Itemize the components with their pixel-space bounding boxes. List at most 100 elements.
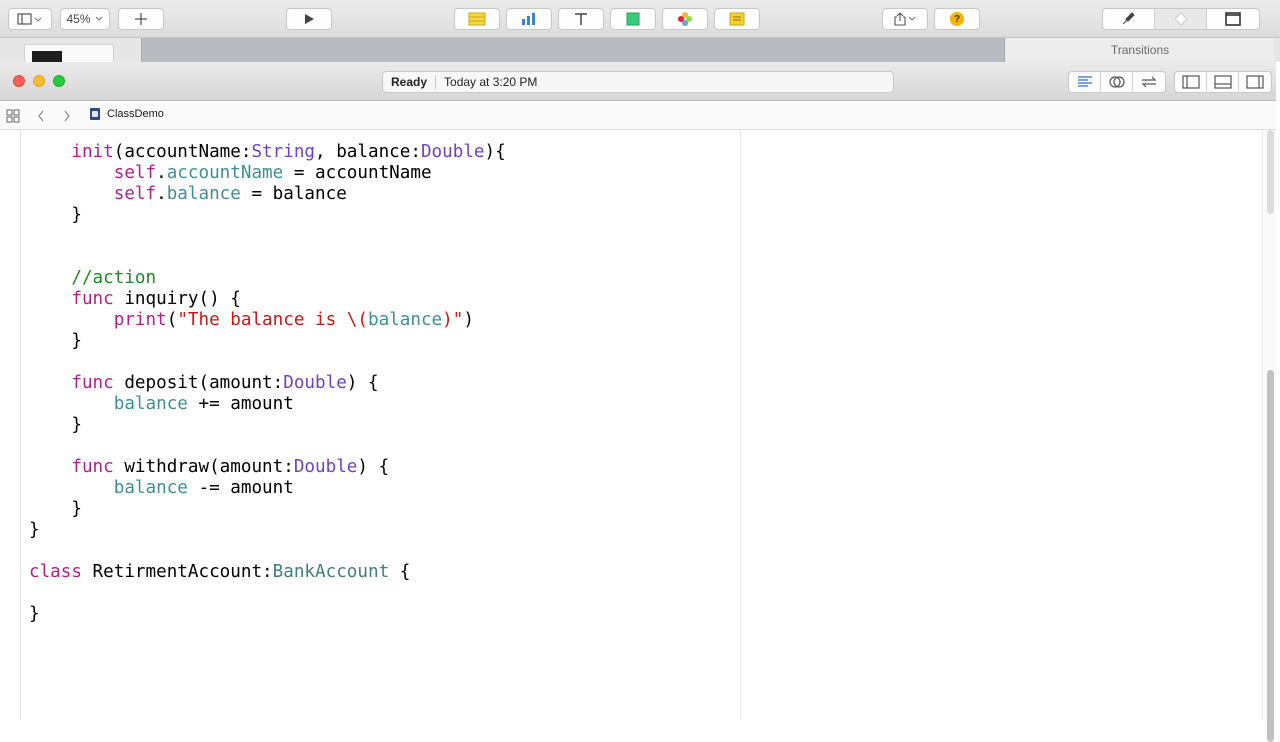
slide-strip: Transitions: [0, 38, 1280, 63]
code-token: balance: [166, 184, 241, 204]
code-token: }: [29, 331, 82, 351]
slide-canvas[interactable]: [141, 38, 1005, 62]
share-button[interactable]: [882, 8, 928, 30]
xcode-window: Ready Today at 3:20 PM ClassDemo init(ac…: [0, 62, 1276, 742]
code-token: }: [29, 205, 82, 225]
code-line: func inquiry() {: [29, 289, 506, 310]
related-items-icon[interactable]: [6, 109, 20, 123]
code-token: self: [113, 184, 157, 204]
chart-button[interactable]: [506, 8, 552, 30]
comment-button[interactable]: [714, 8, 760, 30]
code-line: class RetirmentAccount:BankAccount {: [29, 562, 506, 583]
zoom-button[interactable]: [53, 75, 65, 87]
plus-icon: [135, 13, 147, 25]
code-token: (: [166, 310, 178, 330]
code-line: self.balance = balance: [29, 184, 506, 205]
document-inspector-tab[interactable]: [1207, 9, 1259, 29]
code-token: deposit(amount:: [113, 373, 284, 393]
code-token: ) {: [357, 457, 390, 477]
code-line: balance += amount: [29, 394, 506, 415]
code-token: .: [156, 184, 167, 204]
align-lines-icon: [1077, 76, 1092, 87]
slide-thumbnail[interactable]: [24, 44, 114, 63]
shape-button[interactable]: [610, 8, 656, 30]
code-token: += amount: [187, 394, 294, 414]
code-token: print: [113, 310, 167, 330]
code-line: init(accountName:String, balance:Double)…: [29, 142, 505, 163]
scroll-thumb[interactable]: [1267, 370, 1274, 742]
code-token: func: [71, 457, 114, 477]
table-button[interactable]: [454, 8, 500, 30]
shape-icon: [626, 12, 640, 26]
code-token: .: [156, 163, 167, 183]
play-button[interactable]: [286, 8, 332, 30]
document-icon: [1225, 12, 1241, 26]
right-panel-icon: [1246, 75, 1264, 89]
version-editor-button[interactable]: [1133, 72, 1165, 92]
debug-area-toggle[interactable]: [1207, 72, 1239, 92]
format-inspector-tab[interactable]: [1103, 9, 1155, 29]
code-token: accountName: [166, 163, 284, 183]
standard-editor-button[interactable]: [1069, 72, 1101, 92]
code-token: init: [71, 142, 114, 162]
minimize-button[interactable]: [33, 75, 45, 87]
utilities-toggle[interactable]: [1239, 72, 1271, 92]
code-token: ): [463, 310, 474, 330]
forward-arrow-icon[interactable]: [62, 109, 72, 123]
code-token: inquiry() {: [113, 289, 241, 309]
code-line: print("The balance is \(balance)"): [29, 310, 506, 331]
zoom-select[interactable]: 45%: [60, 8, 110, 30]
app-toolbar: 45% ?: [0, 0, 1280, 38]
share-icon: [894, 12, 916, 26]
breadcrumb-file[interactable]: ClassDemo: [90, 108, 164, 120]
media-button[interactable]: [662, 8, 708, 30]
add-slide-button[interactable]: [118, 8, 164, 30]
build-time: Today at 3:20 PM: [444, 75, 538, 89]
code-token: self: [113, 163, 157, 183]
assistant-rings-icon: [1108, 76, 1125, 88]
assistant-editor-button[interactable]: [1101, 72, 1133, 92]
code-text[interactable]: init(accountName:String, balance:Double)…: [29, 142, 506, 625]
code-token: Double: [283, 373, 347, 393]
bottom-panel-icon: [1213, 75, 1232, 89]
code-line: func withdraw(amount:Double) {: [29, 457, 506, 478]
code-token: , balance:: [315, 142, 421, 162]
help-button[interactable]: ?: [934, 8, 980, 30]
editor-scrollbar[interactable]: [1262, 130, 1276, 742]
navigator-toggle[interactable]: [1175, 72, 1207, 92]
play-icon: [305, 14, 314, 24]
code-token: {: [389, 562, 411, 582]
code-token: }: [29, 520, 40, 540]
code-token: RetirmentAccount:: [81, 562, 273, 582]
text-button[interactable]: [558, 8, 604, 30]
comment-icon: [729, 12, 745, 26]
code-token: func: [71, 373, 114, 393]
breadcrumb-file-label: ClassDemo: [107, 108, 164, 120]
back-arrow-icon[interactable]: [36, 109, 46, 123]
code-token: balance: [113, 478, 188, 498]
chart-icon: [522, 13, 535, 25]
source-editor[interactable]: init(accountName:String, balance:Double)…: [20, 130, 740, 720]
photos-icon: [678, 12, 692, 26]
code-token: "The balance is \(: [177, 310, 368, 330]
close-button[interactable]: [13, 75, 25, 87]
diamond-icon: [1173, 12, 1188, 26]
animate-inspector-tab[interactable]: [1154, 9, 1208, 29]
left-panel-icon: [1181, 75, 1200, 89]
code-token: withdraw(amount:: [113, 457, 294, 477]
view-menu-button[interactable]: [8, 8, 52, 30]
sidebar-icon: [17, 13, 42, 25]
code-token: = balance: [240, 184, 347, 204]
transitions-tab[interactable]: Transitions: [1006, 38, 1274, 62]
code-line: }: [29, 415, 506, 436]
